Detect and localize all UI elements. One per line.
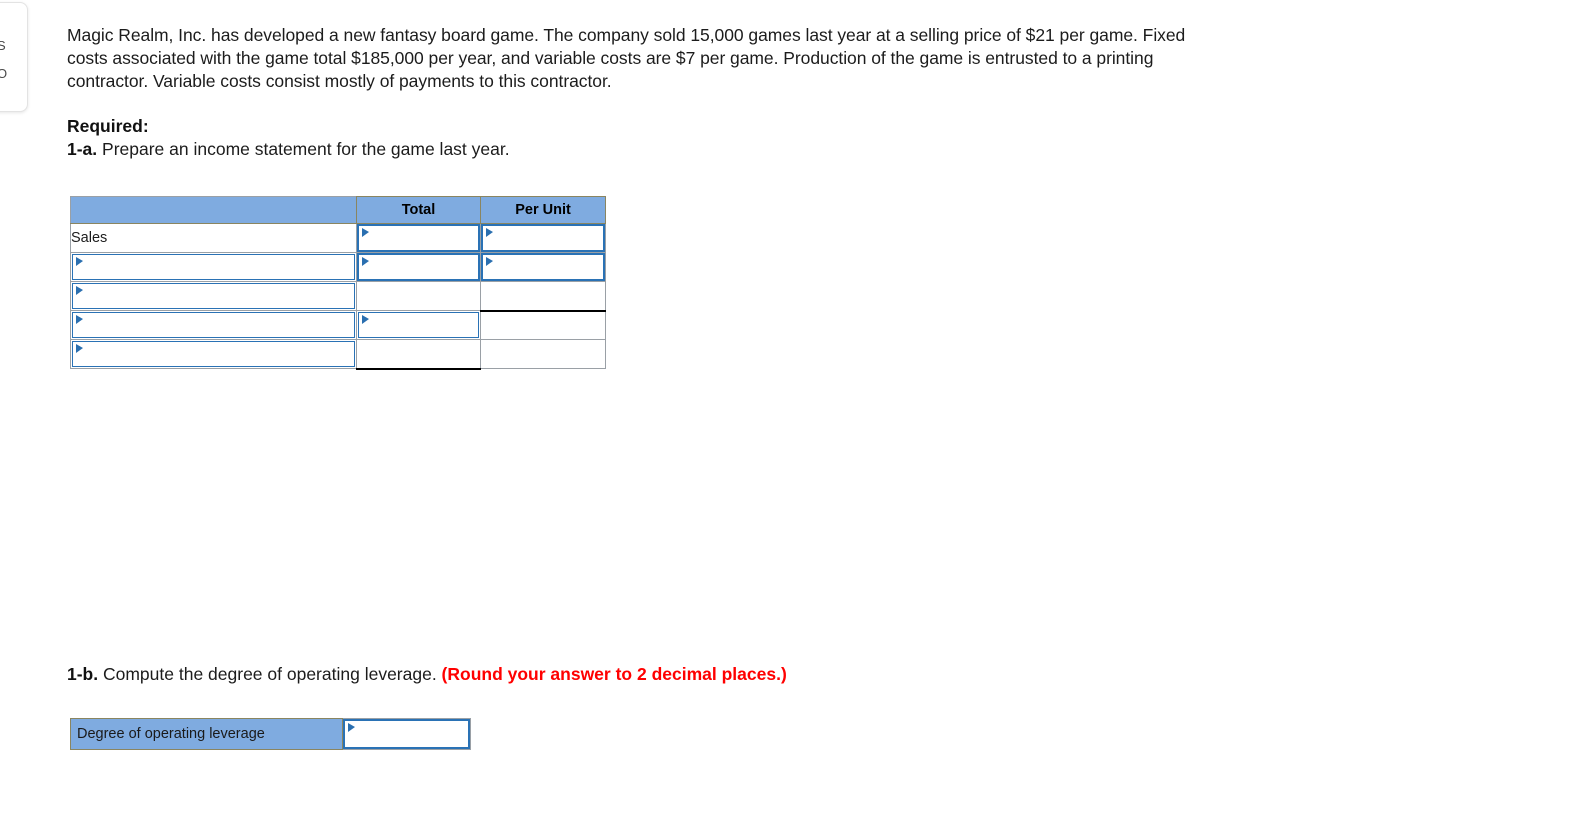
requirement-1a: 1-a. Prepare an income statement for the… bbox=[67, 138, 1227, 161]
operating-leverage-label: Degree of operating leverage bbox=[70, 718, 343, 750]
row-5-per-unit-cell[interactable] bbox=[480, 339, 606, 369]
requirement-1b: 1-b. Compute the degree of operating lev… bbox=[67, 663, 1227, 686]
dropdown-triangle-icon bbox=[362, 315, 369, 324]
row-1-total-input[interactable] bbox=[356, 223, 481, 253]
left-floating-panel[interactable]: S O bbox=[0, 2, 28, 112]
row-4-per-unit-cell[interactable] bbox=[480, 310, 606, 340]
row-4-total-input[interactable] bbox=[356, 310, 481, 340]
row-5-label-input[interactable] bbox=[70, 339, 357, 369]
row-2-total-input[interactable] bbox=[356, 252, 481, 282]
table-row bbox=[70, 252, 606, 282]
dropdown-triangle-icon bbox=[76, 315, 83, 324]
requirement-1b-block: 1-b. Compute the degree of operating lev… bbox=[67, 663, 1227, 686]
dropdown-triangle-icon bbox=[76, 286, 83, 295]
dropdown-triangle-icon bbox=[362, 228, 369, 237]
row-1-label: Sales bbox=[70, 223, 357, 253]
table-row bbox=[70, 281, 606, 312]
header-per-unit: Per Unit bbox=[480, 196, 606, 224]
dropdown-triangle-icon bbox=[362, 257, 369, 266]
row-5-total-cell[interactable] bbox=[356, 339, 481, 370]
panel-glyph-bottom: O bbox=[0, 67, 7, 80]
panel-glyph-top: S bbox=[0, 39, 6, 52]
question-prompt: Magic Realm, Inc. has developed a new fa… bbox=[67, 25, 1186, 91]
operating-leverage-row: Degree of operating leverage bbox=[70, 718, 471, 750]
requirement-1a-tag: 1-a. bbox=[67, 139, 98, 159]
dropdown-triangle-icon bbox=[76, 257, 83, 266]
required-block: Required: 1-a. Prepare an income stateme… bbox=[67, 115, 1227, 161]
requirement-1b-round-note: (Round your answer to 2 decimal places.) bbox=[441, 664, 787, 684]
table-row bbox=[70, 310, 606, 340]
operating-leverage-input[interactable] bbox=[342, 718, 471, 750]
table-row bbox=[70, 339, 606, 370]
income-statement-table: Total Per Unit Sales bbox=[70, 196, 606, 370]
row-1-per-unit-input[interactable] bbox=[480, 223, 606, 253]
row-3-total-cell[interactable] bbox=[356, 281, 481, 311]
dropdown-triangle-icon bbox=[348, 723, 355, 732]
question-content: Magic Realm, Inc. has developed a new fa… bbox=[67, 24, 1227, 161]
header-total: Total bbox=[356, 196, 481, 224]
dropdown-triangle-icon bbox=[76, 344, 83, 353]
table-header-row: Total Per Unit bbox=[70, 196, 606, 224]
row-3-label-input[interactable] bbox=[70, 281, 357, 311]
row-2-label-input[interactable] bbox=[70, 252, 357, 282]
requirement-1b-text: Compute the degree of operating leverage… bbox=[98, 664, 442, 684]
table-row: Sales bbox=[70, 223, 606, 253]
header-label-column bbox=[70, 196, 357, 224]
requirement-1b-tag: 1-b. bbox=[67, 664, 99, 684]
row-2-per-unit-input[interactable] bbox=[480, 252, 606, 282]
row-4-label-input[interactable] bbox=[70, 310, 357, 340]
row-3-per-unit-cell[interactable] bbox=[480, 281, 606, 312]
dropdown-triangle-icon bbox=[486, 228, 493, 237]
required-label: Required: bbox=[67, 116, 149, 136]
requirement-1a-text: Prepare an income statement for the game… bbox=[97, 139, 510, 159]
operating-leverage-table: Degree of operating leverage bbox=[70, 718, 471, 750]
dropdown-triangle-icon bbox=[486, 257, 493, 266]
